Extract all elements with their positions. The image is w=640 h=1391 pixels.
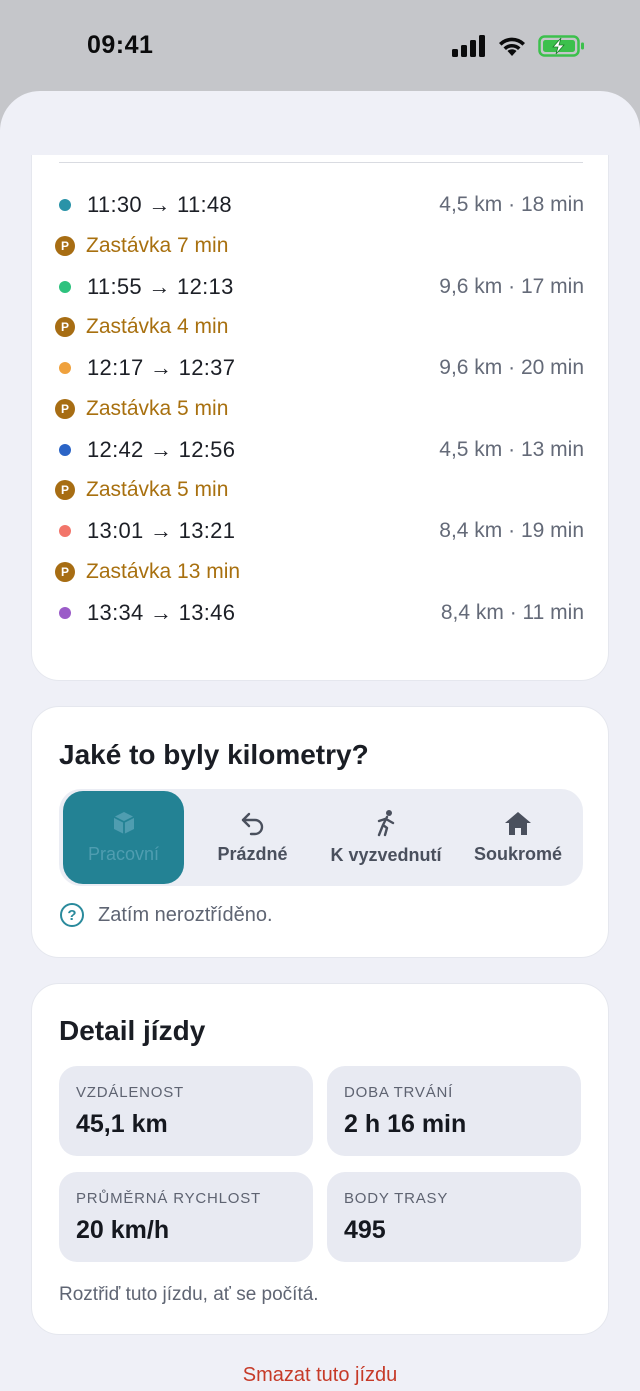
segment-time: 13:34 → 13:46 <box>87 599 236 625</box>
category-title: Jaké to byly kilometry? <box>59 739 369 770</box>
segment-distance-duration: 9,6 km · 17 min <box>439 274 584 298</box>
category-option-soukrome[interactable]: Soukromé <box>457 789 579 886</box>
walking-person-icon <box>377 810 395 837</box>
wifi-icon <box>499 37 525 56</box>
drive-segment-row: 13:01 → 13:21 8,4 km · 19 min <box>54 511 584 551</box>
status-icons <box>452 34 586 58</box>
segment-distance-duration: 8,4 km · 11 min <box>440 600 584 624</box>
stat-label: DOBA TRVÁNÍ <box>344 1084 454 1101</box>
segments-card: 11:30 → 11:48 4,5 km · 18 min P Zastávka 7 … <box>31 155 609 681</box>
stop-label: Zastávka 4 min <box>86 315 229 339</box>
stat-value: 2 h 16 min <box>344 1110 467 1138</box>
detail-title: Detail jízdy <box>59 1015 206 1046</box>
segment-time: 11:30 → 11:48 <box>87 192 232 217</box>
category-option-label: K vyzvednutí <box>330 845 442 865</box>
segment-distance-duration: 4,5 km · 18 min <box>439 193 584 216</box>
stat-value: 495 <box>344 1216 386 1244</box>
stat-tile-route-points: BODY TRASY 495 <box>327 1172 581 1262</box>
drive-segment-row: 12:42 → 12:56 4,5 km · 13 min <box>54 430 584 470</box>
segment-color-dot <box>59 606 71 619</box>
home-icon <box>505 812 531 835</box>
drive-segment-row: 11:30 → 11:48 4,5 km · 18 min <box>54 185 584 225</box>
parking-icon: P <box>55 398 75 419</box>
segment-time: 12:17 → 12:37 <box>87 355 236 380</box>
stop-row: P Zastávka 13 min <box>54 552 584 592</box>
divider <box>59 162 583 163</box>
category-option-label: Prázdné <box>217 844 288 864</box>
stop-label: Zastávka 5 min <box>86 478 229 502</box>
stop-row: P Zastávka 4 min <box>54 307 584 347</box>
detail-note: Roztřiď tuto jízdu, ať se počítá. <box>59 1284 319 1305</box>
category-selector: Pracovní Prázdné K vyzvednutí Soukromé <box>59 789 583 886</box>
stat-label: BODY TRASY <box>344 1190 449 1207</box>
delete-trip-button[interactable]: Smazat tuto jízdu <box>0 1364 640 1387</box>
parking-icon: P <box>55 561 75 582</box>
stop-row: P Zastávka 7 min <box>54 226 584 266</box>
category-option-k-vyzvednuti[interactable]: K vyzvednutí <box>321 789 451 886</box>
segment-color-dot <box>59 280 71 293</box>
stat-label: VZDÁLENOST <box>76 1084 185 1101</box>
box-icon <box>113 812 134 834</box>
segment-distance-duration: 4,5 km · 13 min <box>439 437 584 461</box>
cellular-signal-icon <box>452 35 485 57</box>
parking-icon: P <box>55 235 75 256</box>
segment-color-dot <box>59 199 71 211</box>
segment-color-dot <box>59 362 71 374</box>
stop-row: P Zastávka 5 min <box>54 470 584 510</box>
parking-icon: P <box>55 480 75 501</box>
segment-distance-duration: 9,6 km · 20 min <box>439 356 584 379</box>
hint-text: Zatím neroztříděno. <box>98 903 273 926</box>
stat-value: 45,1 km <box>76 1110 168 1138</box>
drive-segment-row: 12:17 → 12:37 9,6 km · 20 min <box>54 348 584 388</box>
segment-time: 13:01 → 13:21 <box>87 518 236 543</box>
battery-charging-icon <box>538 35 584 57</box>
status-bar: 09:41 <box>0 0 640 92</box>
stat-tile-distance: VZDÁLENOST 45,1 km <box>59 1066 313 1156</box>
drive-segment-row: 13:34 → 13:46 8,4 km · 11 min <box>54 593 584 633</box>
parking-icon: P <box>55 317 75 338</box>
detail-card: Detail jízdy VZDÁLENOST 45,1 km DOBA TRV… <box>31 983 609 1335</box>
trip-detail-sheet: 11:30 → 11:48 4,5 km · 18 min P Zastávka 7 … <box>0 91 640 1391</box>
stat-tile-duration: DOBA TRVÁNÍ 2 h 16 min <box>327 1066 581 1156</box>
segment-time: 11:55 → 12:13 <box>87 273 234 299</box>
stop-label: Zastávka 7 min <box>86 233 229 257</box>
category-option-prazdne[interactable]: Prázdné <box>190 789 315 886</box>
stat-label: PRŮMĚRNÁ RYCHLOST <box>76 1190 262 1207</box>
category-option-label: Soukromé <box>473 844 563 864</box>
category-card: Jaké to byly kilometry? Pracovní Prázdné <box>31 706 609 958</box>
category-option-pracovni[interactable]: Pracovní <box>63 791 184 884</box>
segment-color-dot <box>59 525 71 537</box>
segment-time: 12:42 → 12:56 <box>87 436 236 462</box>
stop-label: Zastávka 13 min <box>86 559 241 583</box>
status-time: 09:41 <box>87 31 154 59</box>
drive-segment-row: 11:55 → 12:13 9,6 km · 17 min <box>54 267 584 307</box>
stat-value: 20 km/h <box>76 1216 170 1244</box>
question-circle-icon: ? <box>60 903 84 927</box>
stop-row: P Zastávka 5 min <box>54 389 584 429</box>
segment-color-dot <box>59 443 71 456</box>
category-hint: ? Zatím neroztříděno. <box>60 903 273 927</box>
return-arrow-icon <box>241 812 263 836</box>
stat-tile-avg-speed: PRŮMĚRNÁ RYCHLOST 20 km/h <box>59 1172 313 1262</box>
segment-distance-duration: 8,4 km · 19 min <box>439 519 584 542</box>
stop-label: Zastávka 5 min <box>86 396 229 420</box>
category-option-label: Pracovní <box>87 844 160 864</box>
